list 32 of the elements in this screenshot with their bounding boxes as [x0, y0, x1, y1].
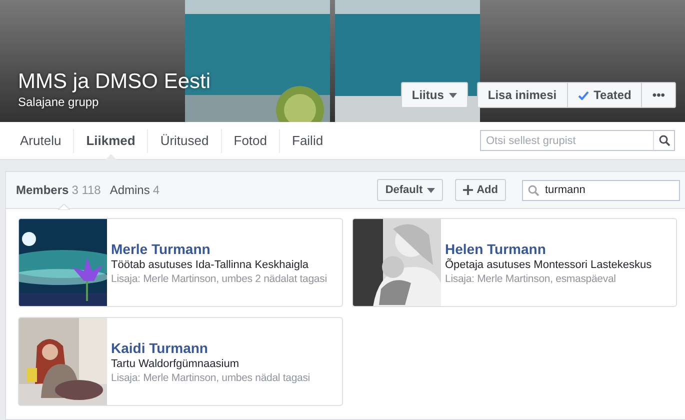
group-tab[interactable]: Arutelu — [8, 128, 74, 152]
plus-icon — [462, 185, 473, 195]
join-button[interactable]: Liitus — [400, 82, 468, 108]
member-name[interactable]: Merle Turmann — [111, 240, 327, 256]
notifications-button[interactable]: Teated — [566, 82, 642, 108]
search-button[interactable] — [653, 130, 675, 151]
member-filter-tab[interactable]: Members 3 118 — [16, 183, 101, 197]
member-added-by: Lisaja: Merle Martinson, umbes nädal tagasi — [111, 372, 310, 384]
sort-dropdown[interactable]: Default — [377, 179, 443, 201]
add-people-button[interactable]: Lisa inimesi — [476, 82, 568, 108]
group-title: MMS ja DMSO Eesti — [18, 70, 211, 94]
more-button[interactable]: ••• — [641, 82, 676, 108]
group-tab[interactable]: Üritused — [148, 128, 221, 152]
member-detail: Tartu Waldorfgümnaasium — [111, 358, 240, 370]
member-detail: Töötab asutuses Ida-Tallinna Keskhaigla — [111, 258, 310, 270]
group-tab[interactable]: Fotod — [222, 128, 279, 152]
group-privacy: Salajane grupp — [18, 95, 100, 109]
member-detail: Õpetaja asutuses Montessori Lastekeskus — [445, 258, 652, 270]
group-search-field[interactable]: Otsi sellest grupist — [480, 130, 653, 151]
member-name[interactable]: Helen Turmann — [445, 240, 652, 256]
search-icon — [658, 135, 670, 146]
group-tab[interactable]: Failid — [280, 128, 336, 152]
check-icon — [578, 90, 589, 100]
member-search-field[interactable]: turmann — [522, 180, 680, 200]
member-added-by: Lisaja: Merle Martinson, umbes 2 nädalat tagasi — [111, 272, 327, 284]
member-added-by: Lisaja: Merle Martinson, esmaspäeval — [445, 272, 617, 284]
member-filter-tab[interactable]: Admins 4 — [110, 183, 160, 197]
add-button[interactable]: Add — [454, 179, 506, 201]
caret-icon — [426, 188, 435, 192]
group-tab[interactable]: Liikmed — [74, 128, 148, 152]
member-name[interactable]: Kaidi Turmann — [111, 340, 310, 356]
search-icon — [528, 184, 539, 196]
